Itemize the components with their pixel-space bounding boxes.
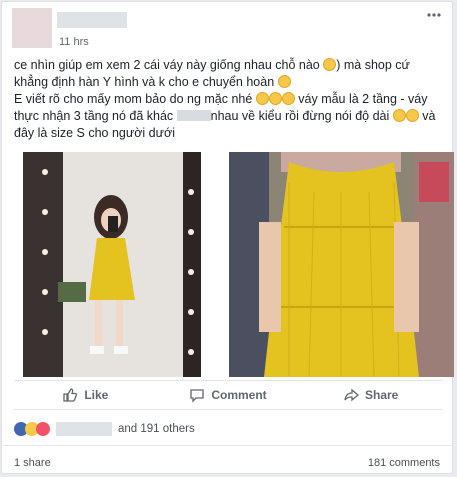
sweat-smile-emoji-icon <box>277 75 291 88</box>
smirk-emoji-icon <box>268 92 282 105</box>
post-text-part: E viết rõ cho mấy mom bảo do ng mặc nhé <box>14 92 256 106</box>
post-text-part: nhau về kiểu rồi đừng nói độ dài <box>210 109 393 123</box>
reactions-others-count: and 191 others <box>118 423 195 435</box>
comment-button[interactable]: Comment <box>157 381 300 409</box>
redacted-word <box>176 110 211 121</box>
photo-model-dress[interactable] <box>23 152 201 377</box>
author-name-redacted[interactable] <box>57 12 127 28</box>
reactor-name-redacted <box>56 422 112 436</box>
smirk-emoji-icon <box>255 92 269 105</box>
post-text: ce nhìn giúp em xem 2 cái váy này giống … <box>14 57 444 142</box>
share-label: Share <box>365 388 399 402</box>
share-icon <box>344 388 359 402</box>
photo-received-dress[interactable] <box>229 152 454 377</box>
share-button[interactable]: Share <box>299 381 442 409</box>
post-card: 11 hrs ce nhìn giúp em xem 2 cái váy này… <box>1 1 454 474</box>
smirk-emoji-icon <box>281 92 295 105</box>
like-label: Like <box>84 388 109 402</box>
post-timestamp[interactable]: 11 hrs <box>59 36 89 48</box>
comments-count[interactable]: 181 comments <box>368 457 440 469</box>
smirk-emoji-icon <box>405 109 419 122</box>
reactions-summary[interactable]: and 191 others <box>14 422 195 436</box>
post-text-part: ce nhìn giúp em xem 2 cái váy này giống … <box>14 58 324 72</box>
avatar[interactable] <box>12 8 52 48</box>
like-button[interactable]: Like <box>14 381 157 409</box>
stats-divider <box>3 445 451 446</box>
post-actions-bar: Like Comment Share <box>14 380 442 410</box>
love-reaction-icon <box>36 422 50 436</box>
comment-icon <box>190 389 204 403</box>
smile-emoji-icon <box>323 58 337 71</box>
like-icon <box>63 388 78 402</box>
more-options-icon[interactable] <box>426 10 442 20</box>
comment-label: Comment <box>211 388 267 402</box>
smirk-emoji-icon <box>392 109 406 122</box>
shares-count[interactable]: 1 share <box>14 457 51 469</box>
